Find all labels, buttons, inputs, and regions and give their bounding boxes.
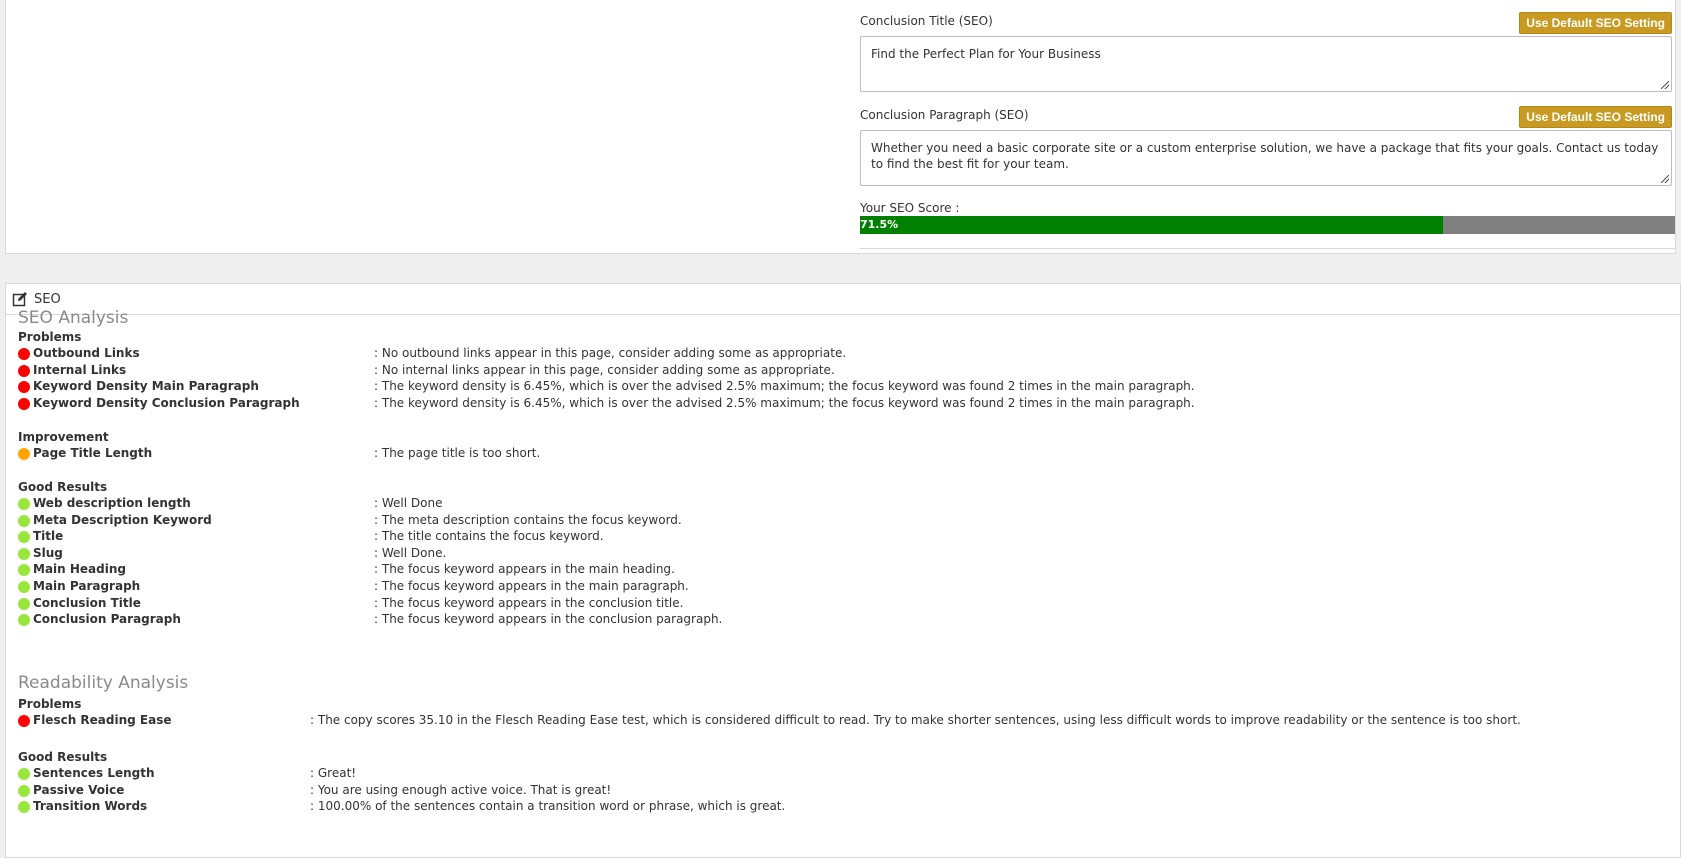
item-label: Flesch Reading Ease xyxy=(33,713,172,727)
status-good-icon xyxy=(18,581,30,593)
item-message: : No internal links appear in this page,… xyxy=(374,362,835,377)
status-good-icon xyxy=(18,768,30,780)
resize-grip-icon[interactable] xyxy=(1661,81,1669,89)
conclusion-title-value: Find the Perfect Plan for Your Business xyxy=(871,47,1101,61)
list-item: Main Heading : The focus keyword appears … xyxy=(18,562,1668,578)
list-item: Keyword Density Main Paragraph : The keyw… xyxy=(18,379,1668,395)
divider xyxy=(860,248,1675,249)
list-item: Outbound Links : No outbound links appear… xyxy=(18,346,1668,362)
group-title-good: Good Results xyxy=(18,750,108,764)
item-label: Transition Words xyxy=(33,799,148,814)
status-problem-icon xyxy=(18,348,30,360)
readability-analysis-title: Readability Analysis xyxy=(18,673,189,693)
item-message: : No outbound links appear in this page,… xyxy=(374,346,847,360)
seo-panel: SEO SEO Analysis Problems Outbound Links : … xyxy=(5,283,1681,858)
item-label: Title xyxy=(33,529,64,544)
seo-score-label: Your SEO Score : xyxy=(860,201,960,215)
status-problem-icon xyxy=(18,364,30,377)
list-item: Meta Description Keyword : The meta descr… xyxy=(18,513,1668,529)
item-message: : The page title is too short. xyxy=(374,446,541,460)
list-item: Keyword Density Conclusion Paragraph : Th… xyxy=(18,396,1668,412)
list-item: Transition Words : 100.00% of the sentenc… xyxy=(18,799,1668,815)
list-item: Flesch Reading Ease : The copy scores 35.… xyxy=(18,713,1668,729)
seo-score-bar: 71.5% xyxy=(860,216,1675,234)
conclusion-paragraph-value: Whether you need a basic corporate site … xyxy=(871,141,1659,171)
conclusion-paragraph-input[interactable]: Whether you need a basic corporate site … xyxy=(860,130,1672,186)
item-message: : The focus keyword appears in the main … xyxy=(374,579,689,593)
conclusion-paragraph-label: Conclusion Paragraph (SEO) xyxy=(860,108,1029,122)
status-problem-icon xyxy=(18,381,30,394)
status-good-icon xyxy=(18,784,30,797)
group-title-good: Good Results xyxy=(18,480,108,494)
group-title-improvement: Improvement xyxy=(18,430,109,444)
item-message: : The copy scores 35.10 in the Flesch Re… xyxy=(310,713,1521,727)
item-label: Outbound Links xyxy=(33,346,140,360)
group-title-problems: Problems xyxy=(18,697,82,711)
item-label: Main Heading xyxy=(33,562,126,577)
item-label: Passive Voice xyxy=(33,782,125,797)
item-message: : The title contains the focus keyword. xyxy=(374,529,604,544)
status-good-icon xyxy=(18,614,30,627)
list-item: Internal Links : No internal links appear… xyxy=(18,363,1668,379)
list-item: Main Paragraph : The focus keyword appear… xyxy=(18,579,1668,595)
list-item: Web description length : Well Done xyxy=(18,496,1668,512)
list-item: Passive Voice : You are using enough acti… xyxy=(18,783,1668,799)
item-label: Web description length xyxy=(33,496,191,510)
item-label: Main Paragraph xyxy=(33,579,141,593)
item-message: : The meta description contains the focu… xyxy=(374,512,682,527)
conclusion-title-input[interactable]: Find the Perfect Plan for Your Business xyxy=(860,36,1672,92)
status-improvement-icon xyxy=(18,448,30,460)
status-problem-icon xyxy=(18,397,30,410)
status-problem-icon xyxy=(18,715,30,727)
item-label: Conclusion Title xyxy=(33,595,141,610)
status-good-icon xyxy=(18,498,30,510)
item-label: Page Title Length xyxy=(33,446,153,460)
item-message: : You are using enough active voice. Tha… xyxy=(310,782,612,797)
item-message: : Well Done xyxy=(374,496,443,510)
status-good-icon xyxy=(18,597,30,610)
item-message: : The keyword density is 6.45%, which is… xyxy=(374,395,1195,410)
conclusion-title-default-button[interactable]: Use Default SEO Setting xyxy=(1519,12,1672,34)
list-item: Page Title Length : The page title is too… xyxy=(18,446,1668,462)
seo-score-fill: 71.5% xyxy=(860,216,1443,234)
item-message: : The focus keyword appears in the main … xyxy=(374,562,675,577)
item-message: : The focus keyword appears in the concl… xyxy=(374,595,684,610)
item-message: : Well Done. xyxy=(374,545,447,560)
list-item: Title : The title contains the focus keyw… xyxy=(18,529,1668,545)
item-message: : The keyword density is 6.45%, which is… xyxy=(374,379,1195,394)
status-good-icon xyxy=(18,564,30,577)
status-good-icon xyxy=(18,531,30,544)
item-label: Slug xyxy=(33,545,63,560)
resize-grip-icon[interactable] xyxy=(1661,175,1669,183)
status-good-icon xyxy=(18,514,30,527)
list-item: Slug : Well Done. xyxy=(18,546,1668,562)
group-title-problems: Problems xyxy=(18,330,82,344)
conclusion-paragraph-default-button[interactable]: Use Default SEO Setting xyxy=(1519,106,1672,128)
seo-panel-header: SEO xyxy=(6,284,1680,315)
item-label: Meta Description Keyword xyxy=(33,512,212,527)
item-label: Internal Links xyxy=(33,362,127,377)
seo-score-value: 71.5% xyxy=(860,218,899,231)
item-label: Keyword Density Main Paragraph xyxy=(33,379,259,394)
seo-panel-title: SEO xyxy=(34,291,61,307)
list-item: Conclusion Paragraph : The focus keyword … xyxy=(18,612,1668,628)
item-message: : 100.00% of the sentences contain a tra… xyxy=(310,799,786,814)
conclusion-title-label: Conclusion Title (SEO) xyxy=(860,14,993,28)
item-label: Conclusion Paragraph xyxy=(33,612,181,627)
status-good-icon xyxy=(18,801,30,814)
status-good-icon xyxy=(18,547,30,560)
item-message: : Great! xyxy=(310,766,357,780)
edit-icon xyxy=(12,292,27,307)
list-item: Conclusion Title : The focus keyword appe… xyxy=(18,596,1668,612)
item-label: Sentences Length xyxy=(33,766,155,780)
item-label: Keyword Density Conclusion Paragraph xyxy=(33,395,300,410)
list-item: Sentences Length : Great! xyxy=(18,766,1668,782)
seo-analysis-title: SEO Analysis xyxy=(18,308,129,328)
item-message: : The focus keyword appears in the concl… xyxy=(374,612,723,627)
